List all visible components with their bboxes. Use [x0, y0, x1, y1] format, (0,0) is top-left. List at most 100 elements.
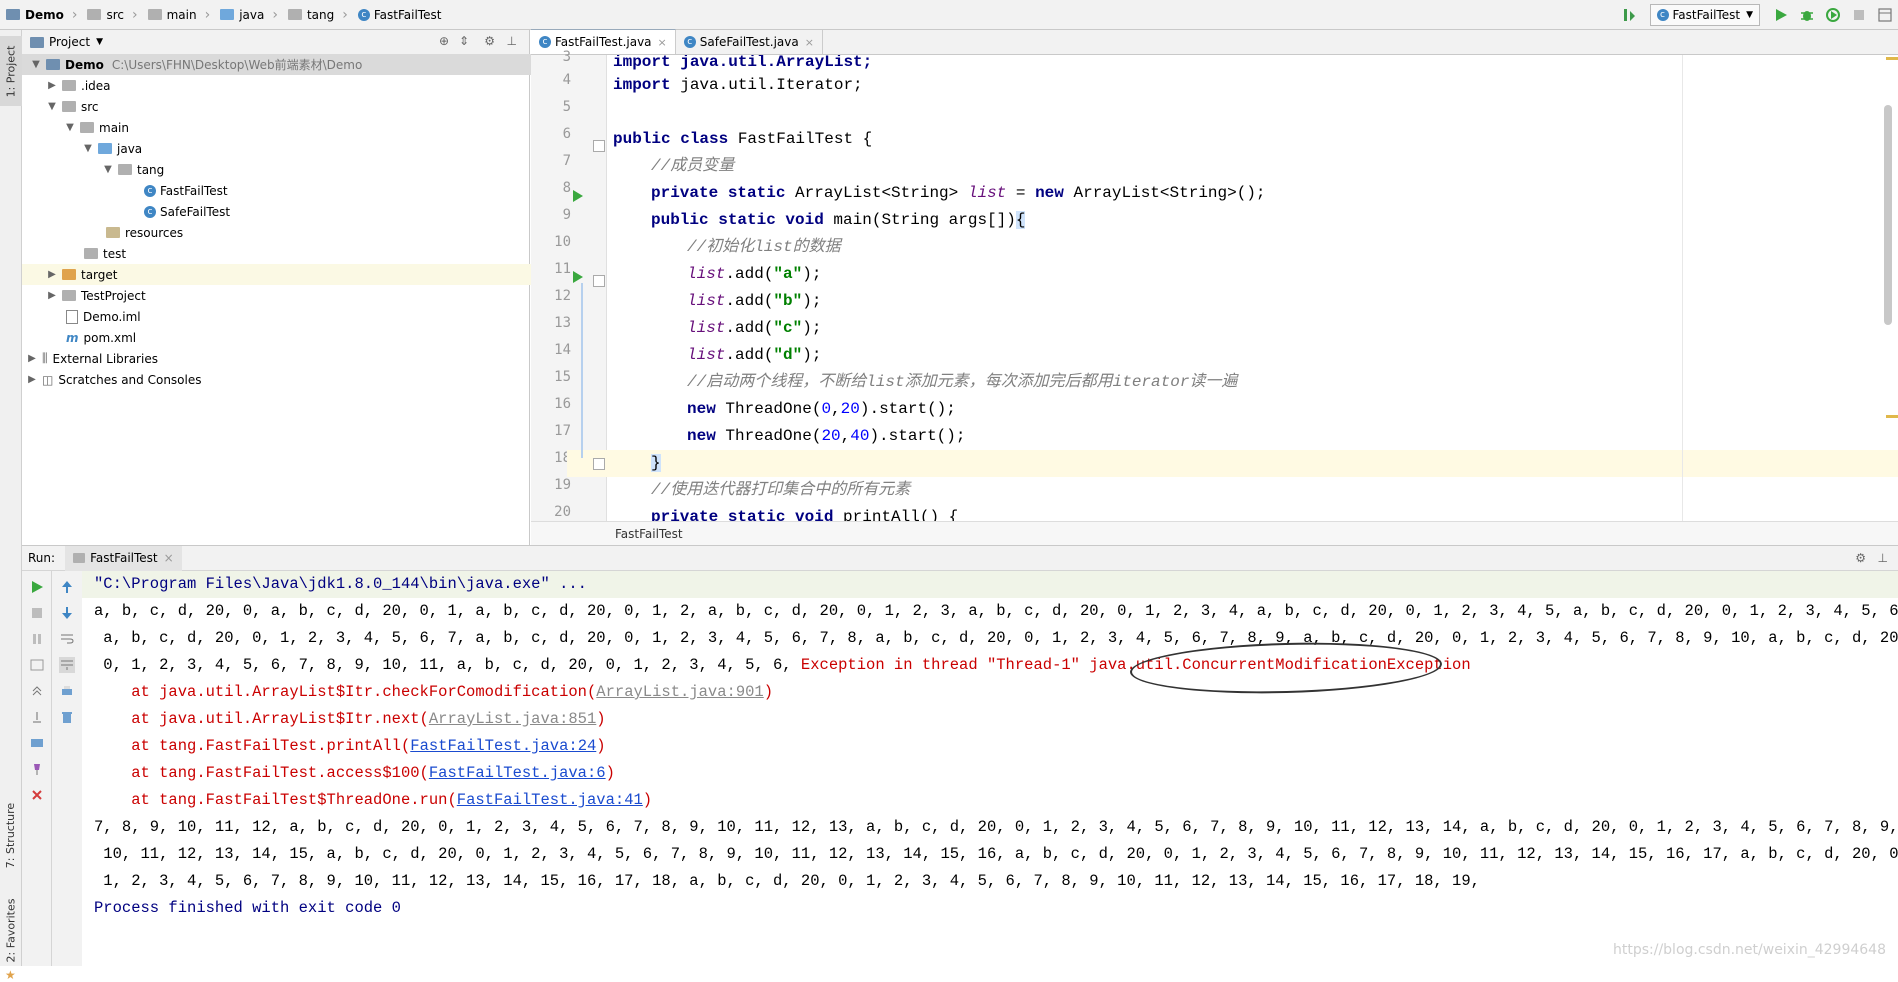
- fold-icon[interactable]: [593, 275, 605, 287]
- code-line-19: //使用迭代器打印集合中的所有元素: [651, 477, 910, 504]
- console-output-line: a, b, c, d, 20, 0, 1, 2, 3, 4, 5, 6, 7, …: [94, 625, 1898, 652]
- stop-icon[interactable]: [29, 605, 45, 621]
- soft-wrap-icon[interactable]: [59, 631, 75, 647]
- tree-item-testproject[interactable]: ▶TestProject: [22, 285, 554, 306]
- line-number: 5: [531, 99, 571, 115]
- tree-item-demo-iml[interactable]: Demo.iml: [22, 306, 574, 327]
- project-view-selector[interactable]: Project: [49, 35, 90, 49]
- breadcrumb-tang[interactable]: tang›: [282, 0, 352, 30]
- exit-icon[interactable]: [29, 709, 45, 725]
- code-line-4: import java.util.Iterator;: [613, 72, 863, 99]
- code-line-14: list.add("d");: [687, 342, 821, 369]
- structure-tool-tab[interactable]: 7: Structure: [0, 790, 22, 880]
- code-line-12: list.add("b");: [687, 288, 821, 315]
- source-link[interactable]: ArrayList.java:901: [596, 683, 763, 701]
- breadcrumb-java[interactable]: java›: [214, 0, 282, 30]
- code-editor[interactable]: import java.util.ArrayList; import java.…: [607, 55, 1898, 521]
- watermark: https://blog.csdn.net/weixin_42994648: [1613, 942, 1886, 958]
- close-icon[interactable]: ×: [658, 36, 667, 49]
- package-icon: [118, 164, 132, 175]
- run-icon[interactable]: [1772, 6, 1790, 24]
- line-number: 9: [531, 207, 571, 223]
- clear-all-icon[interactable]: [59, 709, 75, 725]
- source-folder-icon: [220, 9, 234, 20]
- editor-breadcrumb[interactable]: FastFailTest: [531, 521, 1898, 545]
- stack-trace-line: at tang.FastFailTest$ThreadOne.run(FastF…: [94, 787, 652, 814]
- coverage-icon[interactable]: [1824, 6, 1842, 24]
- source-link[interactable]: FastFailTest.java:24: [410, 737, 596, 755]
- close-icon[interactable]: [29, 787, 45, 803]
- close-icon[interactable]: ×: [164, 551, 174, 565]
- pause-icon[interactable]: [29, 631, 45, 647]
- tab-safefailtest-java[interactable]: cSafeFailTest.java×: [676, 30, 823, 54]
- breadcrumb-fastfailtest[interactable]: cFastFailTest: [352, 0, 446, 30]
- tree-item-resources[interactable]: resources: [22, 222, 614, 243]
- source-link[interactable]: FastFailTest.java:41: [457, 791, 643, 809]
- collapse-all-icon[interactable]: ⇕: [459, 34, 469, 48]
- tree-item-target[interactable]: ▶target: [22, 264, 554, 285]
- chevron-down-icon: ▼: [102, 164, 114, 175]
- tree-item-java[interactable]: ▼java: [22, 138, 590, 159]
- gear-icon[interactable]: ⚙: [484, 34, 495, 48]
- project-structure-icon[interactable]: [1876, 6, 1894, 24]
- debug-icon[interactable]: [1798, 6, 1816, 24]
- editor-gutter[interactable]: 3 4 5 6 7 8 9 10 11 12 13 14 15 16 17 18…: [531, 55, 607, 521]
- chevron-right-icon: ▶: [46, 290, 58, 301]
- source-link[interactable]: FastFailTest.java:6: [429, 764, 606, 782]
- tree-item-test[interactable]: test: [22, 243, 592, 264]
- class-icon: c: [144, 206, 156, 218]
- line-number: 11: [531, 261, 571, 277]
- run-tab-fastfailtest[interactable]: FastFailTest ×: [65, 546, 182, 571]
- line-number: 17: [531, 423, 571, 439]
- dump-threads-icon[interactable]: [29, 657, 45, 673]
- fold-icon[interactable]: [593, 140, 605, 152]
- restore-layout-icon[interactable]: [29, 683, 45, 699]
- library-icon: ⫼: [42, 351, 48, 366]
- line-number: 15: [531, 369, 571, 385]
- locate-icon[interactable]: ⊕: [439, 34, 449, 48]
- run-gutter-icon[interactable]: [571, 189, 585, 203]
- rerun-icon[interactable]: [29, 579, 45, 595]
- breadcrumb-src[interactable]: src›: [81, 0, 141, 30]
- run-gutter-icon[interactable]: [571, 270, 585, 284]
- down-arrow-icon[interactable]: [59, 605, 75, 621]
- editor-scrollbar[interactable]: [1884, 105, 1892, 325]
- warning-stripe[interactable]: [1886, 57, 1898, 60]
- breadcrumb-main[interactable]: main›: [142, 0, 215, 30]
- hide-panel-icon[interactable]: ⊥: [1878, 551, 1888, 565]
- tree-item-demo-root[interactable]: ▼ Demo C:\Users\FHN\Desktop\Web前端素材\Demo: [22, 54, 538, 75]
- chevron-down-icon[interactable]: ▼: [96, 37, 103, 47]
- code-line-17: new ThreadOne(20,40).start();: [687, 423, 965, 450]
- tree-item-main[interactable]: ▼main: [22, 117, 572, 138]
- settings-icon[interactable]: [29, 735, 45, 751]
- tree-item-pom-xml[interactable]: mpom.xml: [22, 327, 574, 348]
- scroll-to-end-icon[interactable]: [59, 657, 75, 673]
- tree-item-src[interactable]: ▼src: [22, 96, 554, 117]
- folder-icon: [80, 122, 94, 133]
- fold-icon[interactable]: [593, 458, 605, 470]
- tree-item-scratches[interactable]: ▶◫Scratches and Consoles: [22, 369, 534, 390]
- class-icon: c: [358, 9, 370, 21]
- project-tool-tab[interactable]: 1: Project: [0, 36, 22, 106]
- maven-icon: m: [66, 331, 79, 345]
- run-configuration-select[interactable]: cFastFailTest▼: [1650, 4, 1761, 26]
- line-number: 18: [531, 450, 571, 466]
- close-icon[interactable]: ×: [805, 36, 814, 49]
- stack-trace-line: at tang.FastFailTest.access$100(FastFail…: [94, 760, 615, 787]
- console-output[interactable]: "C:\Program Files\Java\jdk1.8.0_144\bin\…: [82, 571, 1898, 966]
- stop-icon[interactable]: [1850, 6, 1868, 24]
- tree-item-external-libraries[interactable]: ▶⫼External Libraries: [22, 348, 534, 369]
- source-link[interactable]: ArrayList.java:851: [429, 710, 596, 728]
- chevron-down-icon: ▼: [46, 101, 58, 112]
- tree-item-idea[interactable]: ▶.idea: [22, 75, 554, 96]
- warning-stripe[interactable]: [1886, 415, 1898, 418]
- tree-item-tang[interactable]: ▼tang: [22, 159, 610, 180]
- pin-icon[interactable]: [29, 761, 45, 777]
- hide-panel-icon[interactable]: ⊥: [507, 34, 517, 48]
- build-icon[interactable]: [1620, 6, 1638, 24]
- gear-icon[interactable]: ⚙: [1855, 551, 1866, 565]
- breadcrumb-demo[interactable]: Demo›: [0, 0, 81, 30]
- favorites-tool-tab[interactable]: 2: Favorites: [0, 890, 22, 970]
- up-arrow-icon[interactable]: [59, 579, 75, 595]
- print-icon[interactable]: [59, 683, 75, 699]
